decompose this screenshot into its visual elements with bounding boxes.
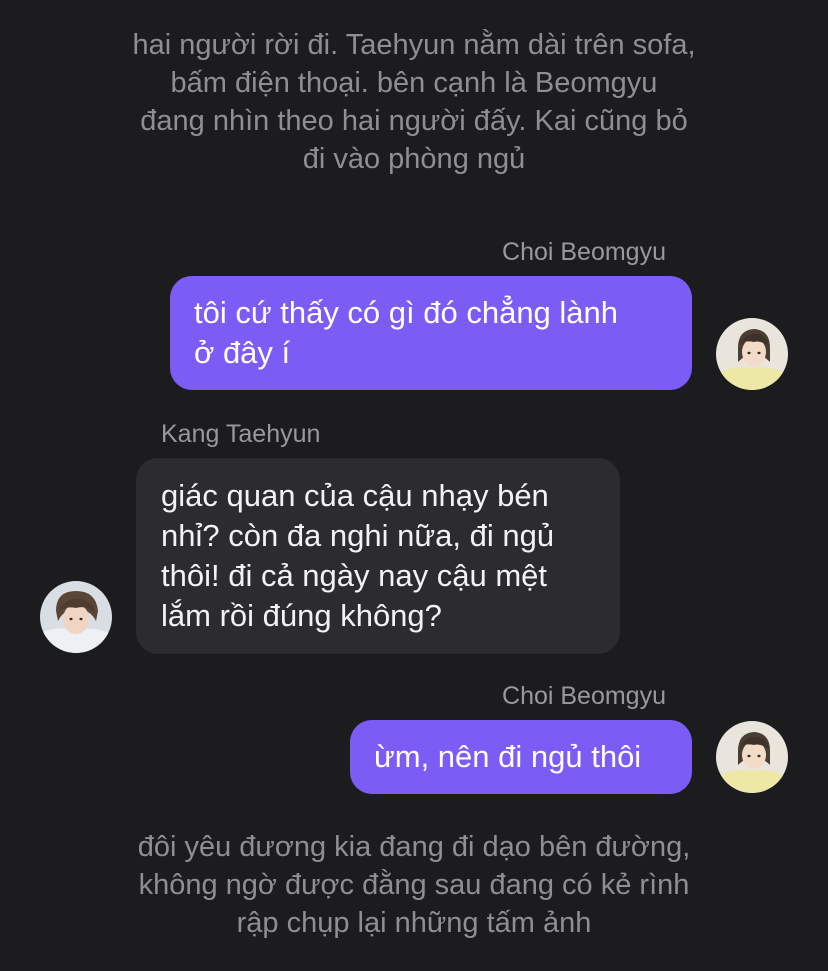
sender-name: Choi Beomgyu bbox=[502, 682, 666, 710]
narration-line: rập chụp lại những tấm ảnh bbox=[236, 907, 592, 939]
message-line: ở đây í bbox=[194, 335, 291, 370]
narration-line: đang nhìn theo hai người đấy. Kai cũng b… bbox=[140, 105, 688, 137]
beomgyu-avatar-icon[interactable] bbox=[716, 721, 788, 793]
narration-top: hai người rời đi. Taehyun nằm dài trên s… bbox=[0, 26, 828, 178]
message-line: thôi! đi cả ngày nay cậu mệt bbox=[161, 558, 548, 593]
narration-line: bấm điện thoại. bên cạnh là Beomgyu bbox=[170, 67, 658, 99]
message-line: tôi cứ thấy có gì đó chẳng lành bbox=[194, 295, 619, 330]
taehyun-avatar-icon[interactable] bbox=[40, 581, 112, 653]
message-line: giác quan của cậu nhạy bén bbox=[161, 478, 549, 513]
message-line: nhỉ? còn đa nghi nữa, đi ngủ bbox=[161, 518, 555, 553]
narration-line: hai người rời đi. Taehyun nằm dài trên s… bbox=[132, 29, 696, 61]
beomgyu-avatar-icon[interactable] bbox=[716, 318, 788, 390]
narration-line: đi vào phòng ngủ bbox=[302, 143, 526, 175]
sender-name: Choi Beomgyu bbox=[502, 238, 666, 266]
message-line: lắm rồi đúng không? bbox=[161, 598, 442, 633]
message-bubble-outgoing[interactable]: tôi cứ thấy có gì đó chẳng lành ở đây í bbox=[170, 276, 692, 390]
narration-line: không ngờ được đằng sau đang có kẻ rình bbox=[138, 869, 690, 901]
message-bubble-incoming[interactable]: giác quan của cậu nhạy bén nhỉ? còn đa n… bbox=[136, 458, 620, 654]
message-bubble-outgoing[interactable]: ừm, nên đi ngủ thôi bbox=[350, 720, 692, 794]
narration-line: đôi yêu đương kia đang đi dạo bên đường, bbox=[137, 831, 691, 863]
sender-name: Kang Taehyun bbox=[161, 420, 321, 448]
message-line: ừm, nên đi ngủ thôi bbox=[374, 739, 642, 774]
narration-bottom: đôi yêu đương kia đang đi dạo bên đường,… bbox=[0, 828, 828, 942]
